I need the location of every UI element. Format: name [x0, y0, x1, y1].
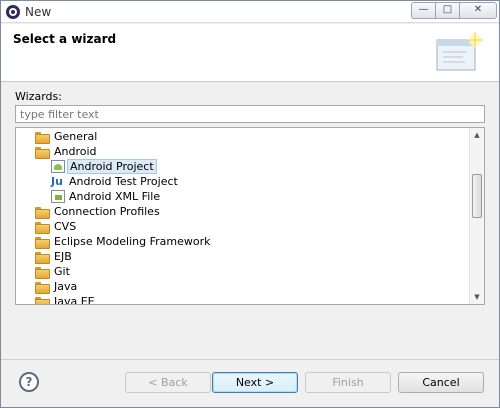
folder-icon — [35, 237, 50, 249]
close-button[interactable]: ✕ — [459, 2, 497, 19]
folder-icon — [35, 207, 50, 219]
window-title: New — [25, 5, 52, 19]
folder-icon — [35, 252, 50, 264]
scroll-thumb[interactable] — [472, 174, 482, 218]
back-button[interactable]: < Back — [125, 372, 211, 393]
filter-input[interactable] — [15, 105, 485, 123]
maximize-button[interactable]: □ — [435, 2, 460, 19]
wizard-tree[interactable]: General Android Android Project Ju Andro… — [15, 127, 485, 305]
android-test-icon: Ju — [51, 175, 63, 188]
folder-icon — [35, 147, 50, 159]
minimize-button[interactable]: — — [411, 2, 436, 19]
vertical-scrollbar[interactable]: ▲ ▼ — [469, 128, 484, 304]
scroll-down-icon[interactable]: ▼ — [470, 290, 484, 304]
folder-icon — [35, 267, 50, 279]
next-button[interactable]: Next > — [212, 372, 298, 393]
help-button[interactable]: ? — [19, 372, 39, 392]
scroll-up-icon[interactable]: ▲ — [470, 128, 484, 142]
button-bar-divider — [1, 359, 499, 360]
wizard-banner-icon — [436, 32, 483, 71]
android-xml-icon — [51, 190, 65, 203]
new-wizard-dialog: New — □ ✕ Select a wizard Wizards: Gener… — [0, 0, 500, 408]
finish-button[interactable]: Finish — [305, 372, 391, 393]
folder-icon — [35, 297, 50, 304]
wizard-banner: Select a wizard — [1, 24, 499, 82]
folder-icon — [35, 282, 50, 294]
android-project-icon — [51, 160, 65, 173]
wizards-label: Wizards: — [15, 90, 62, 103]
title-bar: New — □ ✕ — [1, 1, 499, 23]
folder-icon — [35, 222, 50, 234]
cancel-button[interactable]: Cancel — [398, 372, 484, 393]
page-title: Select a wizard — [13, 32, 117, 46]
eclipse-icon — [6, 5, 20, 19]
folder-icon — [35, 132, 50, 144]
